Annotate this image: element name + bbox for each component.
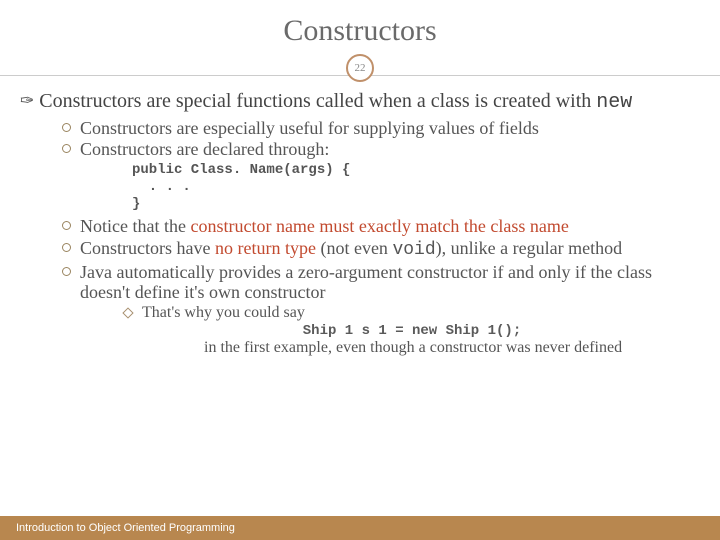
slide: Constructors 22 ✑ Constructors are speci… xyxy=(0,0,720,540)
circle-icon xyxy=(62,243,71,252)
sub-text-1: Constructors are especially useful for s… xyxy=(80,118,700,139)
slide-title: Constructors xyxy=(0,0,720,48)
main-bullet-text: Constructors are special functions calle… xyxy=(39,90,632,115)
code-line: } xyxy=(132,196,140,212)
text: Constructors have xyxy=(80,238,215,258)
sub-text-4: Constructors have no return type (not ev… xyxy=(80,238,700,261)
sub-text-2: Constructors are declared through: xyxy=(80,139,700,160)
footer-text: Introduction to Object Oriented Programm… xyxy=(16,522,235,534)
page-number-badge: 22 xyxy=(346,54,374,82)
sub-item: Notice that the constructor name must ex… xyxy=(62,216,700,237)
sub-item: Constructors are especially useful for s… xyxy=(62,118,700,139)
diamond-icon xyxy=(122,307,133,318)
sub-item: Constructors are declared through: xyxy=(62,139,700,160)
text: (not even xyxy=(316,238,392,258)
circle-icon xyxy=(62,267,71,276)
circle-icon xyxy=(62,221,71,230)
code-inline: Ship 1 s 1 = new Ship 1(); xyxy=(124,323,700,339)
text: Notice that the xyxy=(80,216,190,236)
content-area: ✑ Constructors are special functions cal… xyxy=(0,82,720,357)
nested-text-1: That's why you could say xyxy=(142,304,305,322)
accent-text: no return type xyxy=(215,238,316,258)
nested-list: That's why you could say Ship 1 s 1 = ne… xyxy=(62,304,700,357)
keyword-void: void xyxy=(392,240,435,260)
text: ), unlike a regular method xyxy=(436,238,622,258)
sub-text-5: Java automatically provides a zero-argum… xyxy=(80,262,700,303)
accent-text: constructor name must exactly match the … xyxy=(190,216,568,236)
circle-icon xyxy=(62,123,71,132)
nested-item: That's why you could say xyxy=(124,304,700,322)
sub-item: Java automatically provides a zero-argum… xyxy=(62,262,700,303)
nested-text-2: in the first example, even though a cons… xyxy=(124,339,700,357)
code-block-1: public Class. Name(args) { . . . } xyxy=(62,162,700,212)
swirl-icon: ✑ xyxy=(20,90,34,112)
main-bullet: ✑ Constructors are special functions cal… xyxy=(20,90,700,115)
keyword-new: new xyxy=(596,91,632,114)
sub-item: Constructors have no return type (not ev… xyxy=(62,238,700,261)
code-line: . . . xyxy=(132,179,191,195)
sub-list: Constructors are especially useful for s… xyxy=(20,118,700,357)
code-line: public Class. Name(args) { xyxy=(132,162,350,178)
footer-bar: Introduction to Object Oriented Programm… xyxy=(0,516,720,540)
sub-text-3: Notice that the constructor name must ex… xyxy=(80,216,700,237)
circle-icon xyxy=(62,144,71,153)
main-bullet-prefix: Constructors are special functions calle… xyxy=(39,90,596,112)
